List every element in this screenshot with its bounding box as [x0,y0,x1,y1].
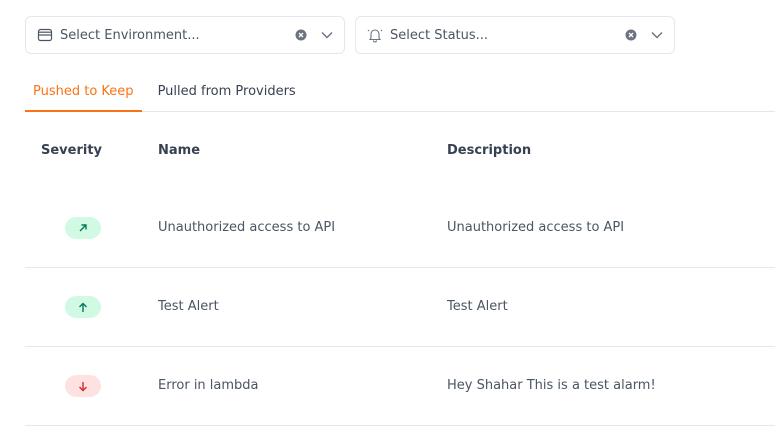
severity-badge [65,217,101,239]
clear-icon[interactable] [624,28,638,42]
alert-description: Hey Shahar This is a test alarm! [447,378,656,393]
column-header-description[interactable]: Description [447,143,531,158]
filters-bar: Select Environment... Select Status... [25,16,675,54]
tab-pulled-from-providers[interactable]: Pulled from Providers [150,72,304,112]
arrow-up-icon [79,302,87,312]
tab-bar: Pushed to Keep Pulled from Providers [25,72,775,112]
alert-description: Unauthorized access to API [447,220,625,235]
alert-name: Error in lambda [158,378,259,393]
arrow-up-right-icon [79,224,87,232]
chevron-down-icon[interactable] [320,28,334,42]
clear-icon[interactable] [294,28,308,42]
alert-name: Test Alert [158,299,219,314]
chevron-down-icon[interactable] [650,28,664,42]
alert-name: Unauthorized access to API [158,220,336,235]
table-row[interactable]: Unauthorized access to API Unauthorized … [25,189,775,268]
alerts-table: Severity Name Description Unauthorized a… [25,112,775,426]
environment-select[interactable]: Select Environment... [25,16,345,54]
environment-placeholder: Select Environment... [60,27,200,43]
severity-badge [65,375,101,397]
database-icon [36,26,54,44]
table-row[interactable]: Test Alert Test Alert [25,268,775,347]
status-placeholder: Select Status... [390,27,489,43]
column-header-name[interactable]: Name [158,143,200,158]
tab-pushed-to-keep[interactable]: Pushed to Keep [25,72,142,112]
status-select[interactable]: Select Status... [355,16,675,54]
arrow-down-icon [79,381,87,391]
table-header: Severity Name Description [25,112,775,189]
bell-icon [366,26,384,44]
severity-badge [65,296,101,318]
table-row[interactable]: Error in lambda Hey Shahar This is a tes… [25,347,775,426]
column-header-severity[interactable]: Severity [41,143,102,158]
alert-description: Test Alert [447,299,508,314]
